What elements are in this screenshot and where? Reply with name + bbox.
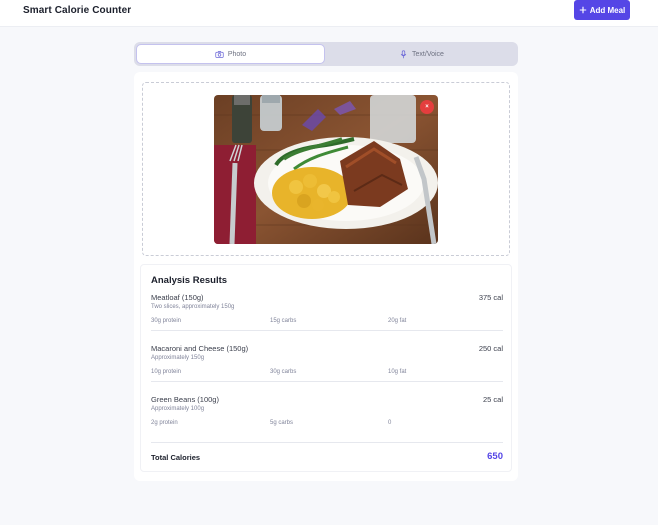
tab-photo-label: Photo — [227, 50, 247, 58]
food-item-fat: 10g fat — [388, 369, 407, 375]
food-item-name: Green Beans (100g) — [151, 395, 219, 404]
food-item: Macaroni and Cheese (150g) 250 cal Appro… — [151, 344, 503, 395]
food-item: Green Beans (100g) 25 cal Approximately … — [151, 395, 503, 446]
food-item-calories: 250 cal — [478, 344, 503, 353]
microphone-icon — [400, 49, 407, 58]
remove-photo-button[interactable]: × — [420, 100, 434, 114]
tab-text-voice[interactable]: Text/Voice — [327, 44, 516, 64]
tab-photo[interactable]: Photo — [136, 44, 325, 64]
item-divider — [151, 381, 503, 382]
food-item-description: Approximately 100g — [151, 406, 205, 412]
food-item: Meatloaf (150g) 375 cal Two slices, appr… — [151, 293, 503, 344]
food-item-protein: 30g protein — [151, 318, 182, 324]
food-item-fat: 20g fat — [388, 318, 407, 324]
app-title: Smart Calorie Counter — [23, 5, 132, 16]
app-header: Smart Calorie Counter Add Meal — [0, 0, 658, 27]
total-calories-row: Total Calories 650 — [151, 442, 503, 464]
plus-icon — [579, 6, 586, 14]
add-meal-button[interactable]: Add Meal — [574, 0, 630, 20]
input-mode-tabs: Photo Text/Voice — [134, 42, 518, 66]
item-divider — [151, 330, 503, 331]
add-meal-label: Add Meal — [589, 5, 626, 15]
analysis-title: Analysis Results — [151, 275, 228, 286]
food-item-carbs: 5g carbs — [270, 420, 294, 426]
food-item-name: Macaroni and Cheese (150g) — [151, 344, 249, 353]
food-item-description: Two slices, approximately 150g — [151, 304, 235, 310]
meal-card: × Analysis Results Meatloaf (150g) 375 c… — [134, 72, 518, 481]
camera-icon — [215, 50, 224, 58]
food-item-carbs: 15g carbs — [270, 318, 297, 324]
tab-text-voice-label: Text/Voice — [412, 50, 444, 58]
food-item-carbs: 30g carbs — [270, 369, 297, 375]
total-calories-label: Total Calories — [151, 453, 201, 462]
food-item-calories: 375 cal — [478, 293, 503, 302]
food-item-protein: 2g protein — [151, 420, 178, 426]
food-item-calories: 25 cal — [482, 395, 503, 404]
meal-photo — [214, 95, 438, 244]
food-item-name: Meatloaf (150g) — [151, 293, 204, 302]
photo-dropzone[interactable]: × — [142, 82, 510, 256]
total-calories-value: 650 — [487, 451, 503, 462]
food-item-protein: 10g protein — [151, 369, 182, 375]
food-item-fat: 0 — [388, 420, 392, 426]
analysis-results: Analysis Results Meatloaf (150g) 375 cal… — [140, 264, 512, 472]
food-item-description: Approximately 150g — [151, 355, 205, 361]
